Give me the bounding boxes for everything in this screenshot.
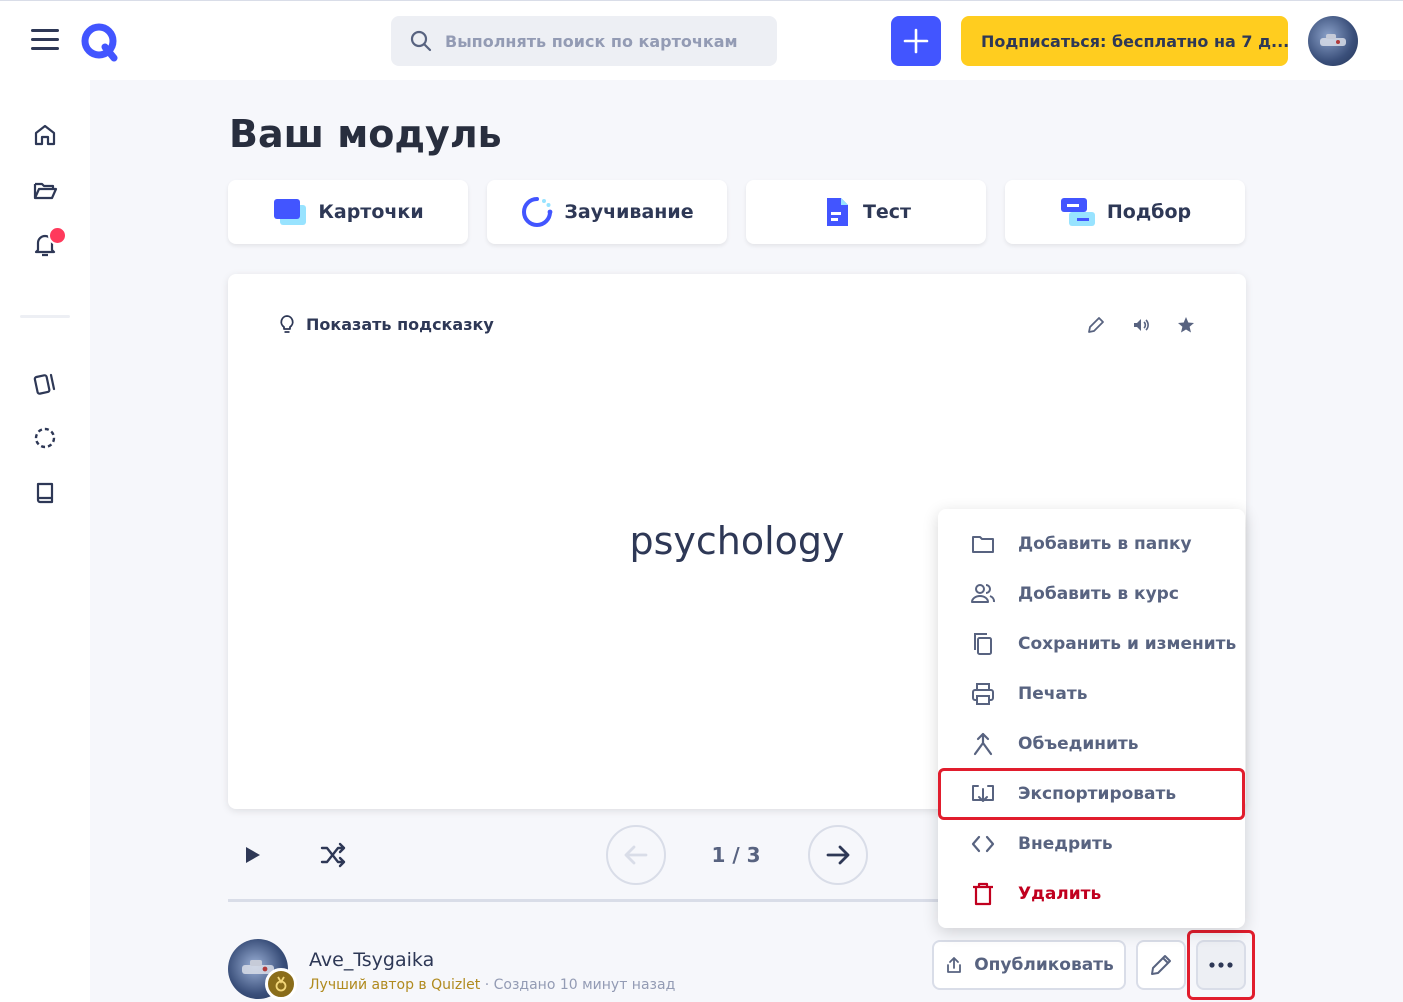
trash-icon — [973, 882, 993, 906]
menu-item-label: Печать — [1018, 684, 1088, 704]
play-icon[interactable] — [240, 840, 266, 870]
menu-item-delete[interactable]: Удалить — [938, 869, 1245, 919]
publish-label: Опубликовать — [974, 955, 1114, 975]
printer-icon — [972, 683, 994, 705]
options-menu: Добавить в папку Добавить в курс Сохрани… — [938, 509, 1245, 928]
avatar-image — [1320, 34, 1346, 46]
lightbulb-icon — [280, 315, 294, 333]
prev-card-button[interactable] — [606, 825, 666, 885]
show-hint-button[interactable]: Показать подсказку — [278, 314, 494, 334]
mode-label: Заучивание — [564, 201, 694, 223]
search-bar[interactable] — [391, 16, 777, 66]
book-icon[interactable] — [31, 479, 59, 507]
menu-item-label: Добавить в курс — [1018, 584, 1179, 604]
users-icon — [971, 584, 995, 603]
mode-label: Подбор — [1106, 201, 1192, 223]
menu-item-add-to-folder[interactable]: Добавить в папку — [938, 519, 1245, 569]
more-button-highlight — [1187, 930, 1255, 1000]
publish-button[interactable]: Опубликовать — [932, 940, 1126, 990]
menu-item-label: Объединить — [1018, 734, 1139, 754]
user-avatar[interactable] — [1308, 16, 1358, 66]
top-bar: Подписаться: бесплатно на 7 д... — [0, 0, 1403, 80]
pencil-icon — [1151, 955, 1171, 975]
author-name[interactable]: Ave_Tsygaika — [309, 949, 434, 971]
learn-icon — [522, 197, 553, 227]
page-title: Ваш модуль — [229, 112, 502, 156]
mode-learn-button[interactable]: Заучивание — [487, 180, 727, 244]
menu-item-label: Удалить — [1018, 884, 1102, 904]
match-icon — [1060, 198, 1095, 226]
menu-item-add-to-course[interactable]: Добавить в курс — [938, 569, 1245, 619]
menu-item-save-and-edit[interactable]: Сохранить и изменить — [938, 619, 1245, 669]
subscribe-button[interactable]: Подписаться: бесплатно на 7 д... — [961, 16, 1288, 66]
hint-label: Показать подсказку — [306, 314, 494, 334]
menu-icon[interactable] — [31, 29, 59, 53]
search-icon — [410, 30, 432, 52]
embed-icon — [971, 835, 995, 853]
plus-icon — [903, 28, 929, 54]
progress-track — [228, 899, 940, 902]
search-input[interactable] — [445, 31, 765, 51]
mode-flashcards-button[interactable]: Карточки — [228, 180, 468, 244]
card-counter: 1 / 3 — [711, 843, 761, 867]
mode-label: Карточки — [318, 201, 424, 223]
menu-item-label: Сохранить и изменить — [1018, 634, 1237, 654]
mode-match-button[interactable]: Подбор — [1005, 180, 1245, 244]
created-time: Создано 10 минут назад — [493, 977, 676, 993]
menu-item-merge[interactable]: Объединить — [938, 719, 1245, 769]
create-button[interactable] — [891, 16, 941, 66]
export-highlight — [938, 768, 1245, 820]
menu-item-embed[interactable]: Внедрить — [938, 819, 1245, 869]
star-icon[interactable] — [1175, 314, 1197, 336]
flashcards-icon — [274, 199, 307, 225]
test-icon — [826, 198, 848, 226]
learn-cycle-icon[interactable] — [31, 424, 59, 452]
pencil-icon[interactable] — [1085, 314, 1107, 336]
folder-icon — [972, 536, 994, 553]
arrow-left-icon — [624, 845, 648, 865]
edit-button[interactable] — [1136, 940, 1186, 990]
mode-test-button[interactable]: Тест — [746, 180, 986, 244]
notification-badge — [48, 226, 67, 245]
quizlet-logo[interactable] — [80, 22, 120, 62]
sidebar — [0, 80, 90, 1002]
sidebar-divider — [20, 315, 70, 318]
menu-item-label: Добавить в папку — [1018, 534, 1192, 554]
shuffle-icon[interactable] — [318, 840, 348, 870]
menu-item-label: Внедрить — [1018, 834, 1113, 854]
meta-separator: · — [484, 977, 490, 993]
menu-item-print[interactable]: Печать — [938, 669, 1245, 719]
author-meta: Лучший автор в Quizlet · Создано 10 мину… — [309, 977, 675, 993]
copy-icon — [974, 633, 992, 655]
merge-icon — [973, 732, 993, 756]
cards-icon[interactable] — [31, 369, 59, 397]
folder-open-icon[interactable] — [31, 176, 59, 204]
author-badge: Лучший автор в Quizlet — [309, 977, 481, 993]
next-card-button[interactable] — [808, 825, 868, 885]
audio-icon[interactable] — [1130, 314, 1152, 336]
mode-label: Тест — [862, 201, 912, 223]
share-icon — [947, 957, 962, 973]
arrow-right-icon — [826, 845, 850, 865]
medal-icon — [265, 968, 297, 1000]
home-icon[interactable] — [31, 121, 59, 149]
